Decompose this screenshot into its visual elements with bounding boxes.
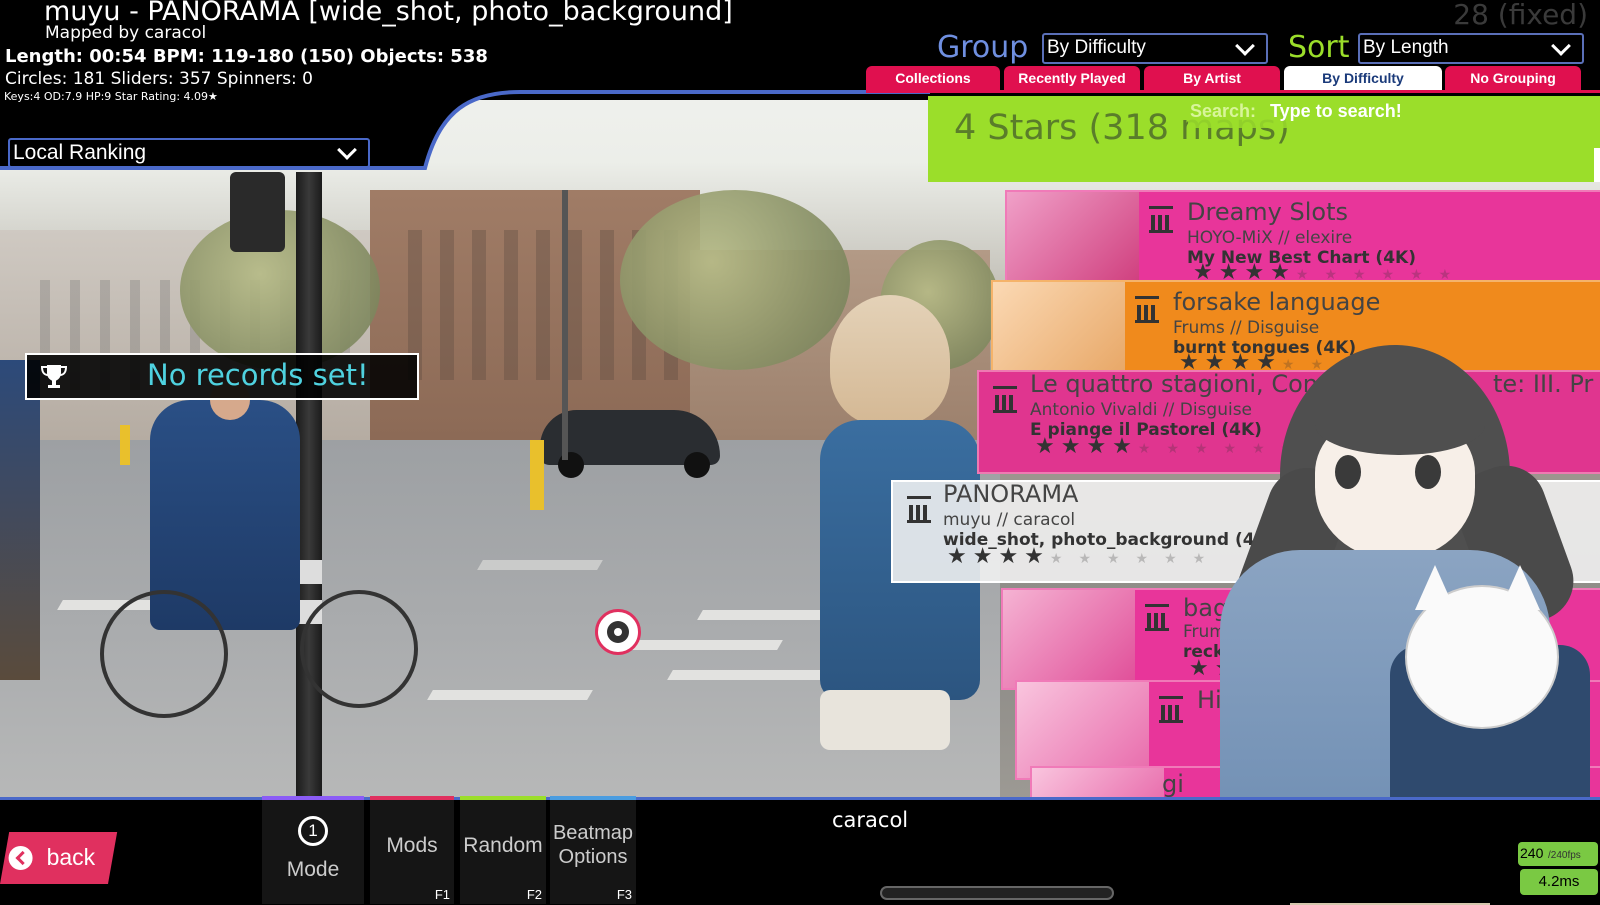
trophy-icon [39, 361, 69, 391]
song-artist: Frums // D [1183, 622, 1271, 642]
hit-circle-icon [595, 609, 641, 655]
piano-icon [993, 386, 1017, 413]
object-counts: Circles: 181 Sliders: 357 Spinners: 0 [5, 69, 314, 89]
song-title: Dreamy Slots [1187, 198, 1349, 226]
piano-icon [1159, 696, 1183, 723]
song-thumbnail [993, 282, 1125, 371]
scroll-indicator[interactable] [880, 886, 1114, 900]
fps-value: 240 [1520, 845, 1544, 861]
chevron-down-icon [1551, 36, 1571, 56]
song-title: Le quattro stagioni, Concerto [1030, 370, 1380, 398]
latency-counter: 4.2ms [1520, 869, 1598, 895]
tab-no-grouping[interactable]: No Grouping [1445, 66, 1581, 90]
tab-underline [866, 90, 1600, 93]
song-title: gi [1162, 770, 1184, 798]
song-panel[interactable]: Dreamy Slots HOYO-MiX // elexire My New … [1005, 190, 1600, 283]
ranking-dropdown-value: Local Ranking [13, 141, 147, 164]
song-thumbnail [1007, 192, 1139, 281]
ranking-dropdown[interactable]: Local Ranking [8, 138, 370, 168]
bottom-bar [0, 797, 1600, 903]
mods-button[interactable]: Mods F1 [370, 796, 454, 904]
song-artist: HOYO-MiX // elexire [1187, 228, 1353, 248]
group-dropdown-value: By Difficulty [1047, 37, 1146, 58]
piano-icon [1149, 206, 1173, 233]
song-title: bag chec [1183, 594, 1293, 622]
song-title: Hi [1197, 686, 1222, 714]
song-title: forsake language [1173, 288, 1381, 316]
back-arrow-icon [8, 846, 33, 870]
random-button[interactable]: Random F2 [460, 796, 546, 904]
song-thumbnail [1003, 590, 1135, 688]
beatmap-options-label-2: Options [558, 846, 628, 868]
mapper-credit: Mapped by caracol [45, 23, 207, 43]
mode-button[interactable]: 1 Mode [262, 796, 364, 904]
mods-label: Mods [386, 834, 438, 857]
tab-recently-played[interactable]: Recently Played [1004, 66, 1140, 90]
star-rating: ★★★★★★★★★★ [947, 544, 1222, 569]
mode-icon: 1 [298, 816, 328, 846]
song-panel[interactable]: bag chec Frums // D reckless ( ★★ [1001, 588, 1600, 690]
random-label: Random [463, 834, 543, 857]
beatmap-options-button[interactable]: Beatmap Options F3 [550, 796, 636, 904]
sort-dropdown-value: By Length [1363, 37, 1449, 58]
search-placeholder: Type to search! [1270, 101, 1402, 121]
tab-collections[interactable]: Collections [866, 66, 1000, 90]
song-panel[interactable]: Hi [1015, 680, 1600, 780]
fps-counter: 240 /240fps [1518, 842, 1598, 866]
back-label: back [46, 844, 96, 870]
song-panel-selected[interactable]: PANORAMA muyu // caracol wide_shot, phot… [891, 480, 1600, 583]
username: caracol [832, 808, 909, 832]
group-header-accent [1594, 148, 1600, 182]
piano-icon [1135, 296, 1159, 323]
mode-label: Mode [286, 858, 340, 881]
fps-limit: /240fps [1548, 850, 1581, 861]
top-right-counter: 28 (fixed) [1453, 0, 1588, 31]
song-thumbnail [1017, 682, 1149, 778]
song-artist: Frums // Disguise [1173, 318, 1320, 338]
chevron-down-icon [1235, 36, 1255, 56]
back-button[interactable]: back [0, 832, 118, 884]
no-records-box: No records set! [25, 353, 419, 400]
group-dropdown[interactable]: By Difficulty [1042, 33, 1268, 64]
song-title-suffix: bac [1300, 770, 1344, 798]
star-rating: ★★★★★★★★★★ [1035, 434, 1310, 459]
tab-by-artist[interactable]: By Artist [1144, 66, 1280, 90]
search-bar[interactable]: Search: Type to search! [1188, 100, 1600, 128]
piano-icon [1145, 604, 1169, 631]
no-records-text: No records set! [147, 358, 369, 392]
star-rating: ★★ [1189, 656, 1241, 681]
search-label: Search: [1190, 101, 1257, 121]
piano-icon [907, 496, 931, 523]
sort-label: Sort [1288, 30, 1350, 65]
group-label: Group [937, 30, 1029, 65]
chevron-down-icon [337, 140, 357, 160]
tab-by-difficulty[interactable]: By Difficulty [1284, 66, 1442, 90]
song-title: PANORAMA [943, 480, 1079, 508]
song-artist: Antonio Vivaldi // Disguise [1030, 400, 1253, 420]
sort-dropdown[interactable]: By Length [1358, 33, 1584, 64]
difficulty-stats: Keys:4 OD:7.9 HP:9 Star Rating: 4.09★ [4, 90, 218, 103]
length-bpm-objects: Length: 00:54 BPM: 119-180 (150) Objects… [5, 46, 488, 67]
song-panel[interactable]: forsake language Frums // Disguise burnt… [991, 280, 1600, 373]
song-artist: muyu // caracol [943, 510, 1076, 530]
latency-value: 4.2ms [1538, 873, 1580, 890]
song-title-suffix: te: III. Pr [1493, 370, 1594, 398]
song-panel[interactable]: Le quattro stagioni, Concerto te: III. P… [977, 370, 1600, 474]
beatmap-options-label-1: Beatmap [552, 822, 634, 844]
